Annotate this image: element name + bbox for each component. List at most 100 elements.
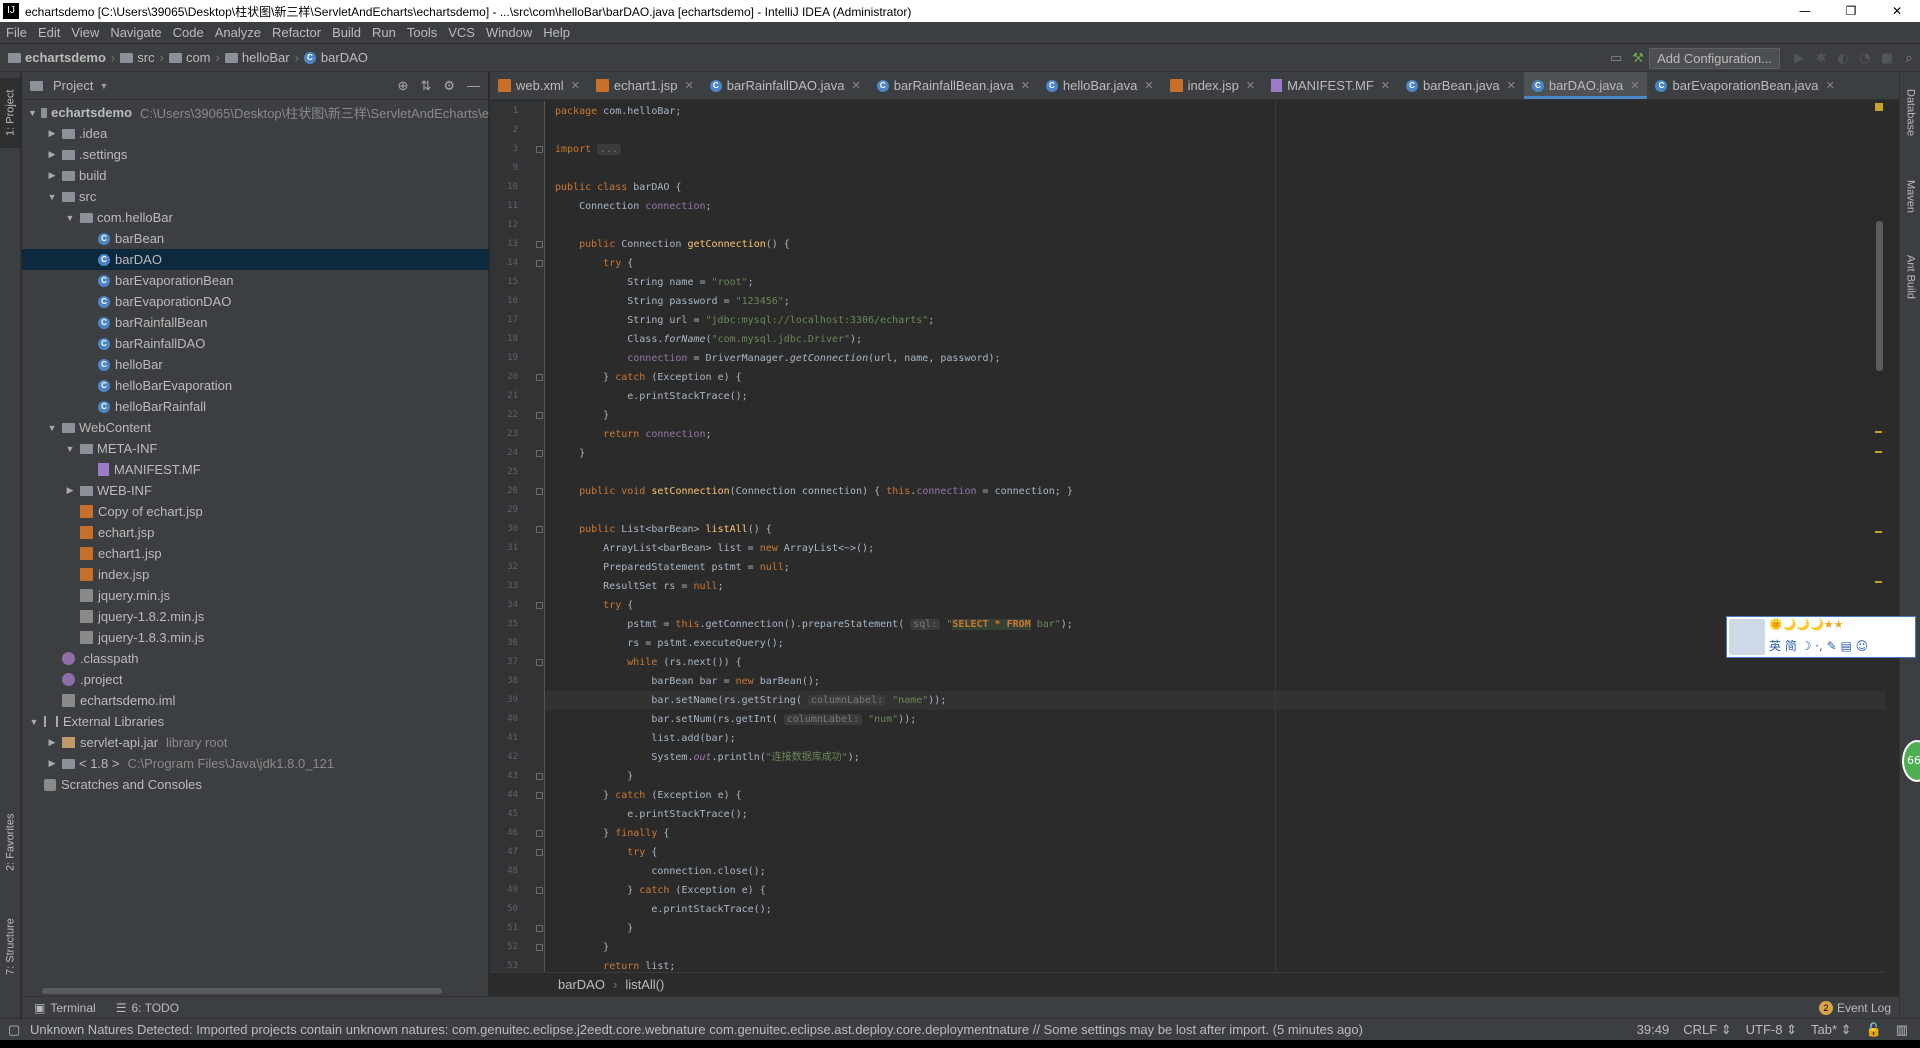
- code-line[interactable]: ResultSet rs = null;: [555, 577, 723, 596]
- debug-icon[interactable]: ✱: [1810, 47, 1832, 69]
- chevron-right-icon[interactable]: ▶: [46, 170, 58, 181]
- tree-item[interactable]: .project: [22, 669, 489, 690]
- code-line[interactable]: return list;: [555, 957, 675, 972]
- menu-code[interactable]: Code: [173, 25, 204, 40]
- tree-item[interactable]: ▼ External Libraries: [22, 711, 489, 732]
- code-line[interactable]: } catch (Exception e) {: [555, 881, 766, 900]
- tree-item[interactable]: ▶ servlet-api.jar library root: [22, 732, 489, 753]
- nav-crumb[interactable]: com: [168, 50, 211, 65]
- editor-tab[interactable]: echart1.jsp ✕: [588, 72, 702, 99]
- tree-item[interactable]: ChelloBarRainfall: [22, 396, 489, 417]
- chevron-right-icon[interactable]: ▶: [46, 149, 58, 160]
- fold-marker-icon[interactable]: [536, 241, 543, 248]
- fold-marker-icon[interactable]: [536, 849, 543, 856]
- error-stripe-mark[interactable]: [1875, 531, 1882, 533]
- project-panel-title[interactable]: Project: [53, 78, 93, 93]
- todo-tool-button[interactable]: ☰ 6: TODO: [116, 1001, 179, 1015]
- code-line[interactable]: try {: [555, 596, 633, 615]
- hide-icon[interactable]: —: [467, 78, 480, 94]
- editor-tab[interactable]: CbarRainfallDAO.java ✕: [702, 72, 869, 99]
- tree-item[interactable]: ▼ com.helloBar: [22, 207, 489, 228]
- chevron-right-icon[interactable]: ▶: [64, 485, 76, 496]
- menu-build[interactable]: Build: [332, 25, 361, 40]
- nav-crumb[interactable]: CbarDAO: [303, 50, 368, 65]
- close-tab-icon[interactable]: ✕: [1144, 79, 1153, 92]
- code-line[interactable]: bar.setName(rs.getString( columnLabel: "…: [555, 691, 946, 710]
- tree-item[interactable]: echart1.jsp: [22, 543, 489, 564]
- code-line[interactable]: }: [555, 919, 633, 938]
- close-tab-icon[interactable]: ✕: [685, 79, 694, 92]
- fold-marker-icon[interactable]: [536, 830, 543, 837]
- code-line[interactable]: }: [555, 938, 609, 957]
- fold-marker-icon[interactable]: [536, 450, 543, 457]
- tree-item[interactable]: index.jsp: [22, 564, 489, 585]
- tree-item[interactable]: CbarEvaporationBean: [22, 270, 489, 291]
- menu-file[interactable]: File: [6, 25, 27, 40]
- event-log-button[interactable]: 2 Event Log: [1818, 1000, 1891, 1015]
- code-line[interactable]: import ...: [555, 140, 622, 159]
- code-line[interactable]: barBean bar = new barBean();: [555, 672, 820, 691]
- fold-marker-icon[interactable]: [536, 773, 543, 780]
- code-line[interactable]: rs = pstmt.executeQuery();: [555, 634, 784, 653]
- fold-marker-icon[interactable]: [536, 792, 543, 799]
- locate-icon[interactable]: ⊕: [398, 78, 409, 94]
- chevron-right-icon[interactable]: ▶: [46, 128, 58, 139]
- editor-tab[interactable]: CbarEvaporationBean.java ✕: [1647, 72, 1842, 99]
- code-line[interactable]: e.printStackTrace();: [555, 900, 771, 919]
- close-tab-icon[interactable]: ✕: [1630, 79, 1639, 92]
- status-toggle-icon[interactable]: ▢: [8, 1022, 20, 1038]
- code-line[interactable]: connection = DriverManager.getConnection…: [555, 349, 1000, 368]
- code-line[interactable]: return connection;: [555, 425, 711, 444]
- fold-marker-icon[interactable]: [536, 488, 543, 495]
- fold-marker-icon[interactable]: [536, 412, 543, 419]
- menu-help[interactable]: Help: [543, 25, 570, 40]
- tree-item[interactable]: ▼ WebContent: [22, 417, 489, 438]
- fold-marker-icon[interactable]: [536, 887, 543, 894]
- tree-item[interactable]: ChelloBar: [22, 354, 489, 375]
- warning-indicator[interactable]: [1875, 103, 1883, 111]
- minimize-button[interactable]: —: [1782, 0, 1828, 22]
- gear-icon[interactable]: ⚙: [443, 78, 455, 94]
- fold-marker-icon[interactable]: [536, 602, 543, 609]
- tree-item[interactable]: ChelloBarEvaporation: [22, 375, 489, 396]
- status-message[interactable]: Unknown Natures Detected: Imported proje…: [30, 1022, 1363, 1037]
- menu-analyze[interactable]: Analyze: [215, 25, 261, 40]
- code-line[interactable]: public List<barBean> listAll() {: [555, 520, 772, 539]
- project-tool-tab[interactable]: 1: Project: [0, 78, 21, 148]
- stop-icon[interactable]: ■: [1876, 47, 1898, 69]
- chevron-down-icon[interactable]: ▼: [28, 108, 37, 118]
- chevron-down-icon[interactable]: ▼: [64, 444, 76, 454]
- code-line[interactable]: PreparedStatement pstmt = null;: [555, 558, 790, 577]
- tree-item[interactable]: ▶ .idea: [22, 123, 489, 144]
- tree-item[interactable]: ▶ .settings: [22, 144, 489, 165]
- editor-vertical-scrollbar[interactable]: [1876, 221, 1883, 371]
- memory-icon[interactable]: ▥: [1896, 1022, 1908, 1038]
- fold-marker-icon[interactable]: [536, 925, 543, 932]
- tree-item[interactable]: ▼ src: [22, 186, 489, 207]
- code-line[interactable]: list.add(bar);: [555, 729, 735, 748]
- tree-item[interactable]: CbarEvaporationDAO: [22, 291, 489, 312]
- editor-tab[interactable]: web.xml ✕: [490, 72, 588, 99]
- code-line[interactable]: String url = "jdbc:mysql://localhost:330…: [555, 311, 934, 330]
- profile-icon[interactable]: ◔: [1854, 47, 1876, 69]
- code-line[interactable]: } catch (Exception e) {: [555, 786, 742, 805]
- ant-build-tool-tab[interactable]: Ant Build: [1900, 242, 1920, 312]
- fold-marker-icon[interactable]: [536, 659, 543, 666]
- close-tab-icon[interactable]: ✕: [1246, 79, 1255, 92]
- menu-run[interactable]: Run: [372, 25, 396, 40]
- breadcrumb-class[interactable]: barDAO: [558, 977, 605, 992]
- chevron-down-icon[interactable]: ▼: [99, 81, 108, 91]
- ime-toolbar[interactable]: 🌞🌙🌙🌙★★ 英 简 ☽ ·, ✎ ▤ ☺: [1726, 616, 1916, 658]
- error-stripe-mark[interactable]: [1875, 451, 1882, 453]
- editor-tab[interactable]: ChelloBar.java ✕: [1038, 72, 1162, 99]
- code-line[interactable]: while (rs.next()) {: [555, 653, 741, 672]
- menu-view[interactable]: View: [71, 25, 99, 40]
- close-tab-icon[interactable]: ✕: [1825, 79, 1834, 92]
- close-tab-icon[interactable]: ✕: [1507, 79, 1516, 92]
- code-line[interactable]: try {: [555, 843, 657, 862]
- caret-position[interactable]: 39:49: [1637, 1022, 1670, 1038]
- close-tab-icon[interactable]: ✕: [852, 79, 861, 92]
- close-tab-icon[interactable]: ✕: [1381, 79, 1390, 92]
- tree-item[interactable]: ▼ META-INF: [22, 438, 489, 459]
- tree-item[interactable]: ▶ < 1.8 > C:\Program Files\Java\jdk1.8.0_1…: [22, 753, 489, 774]
